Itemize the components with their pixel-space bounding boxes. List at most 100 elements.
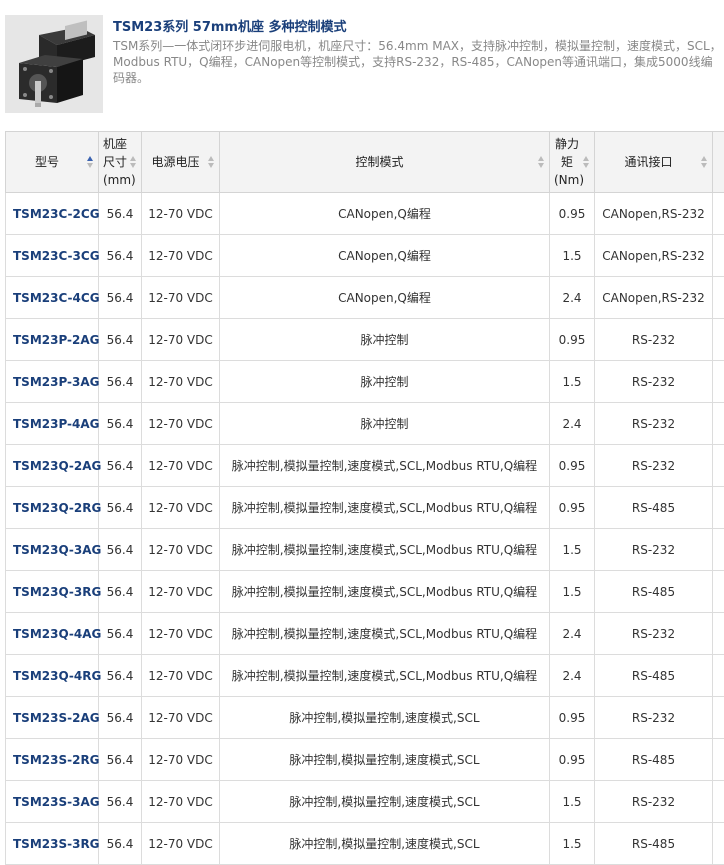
cell-voltage: 12-70 VDC (141, 738, 220, 781)
column-header-label: 型号 (34, 155, 59, 169)
product-description: TSM系列—一体式闭环步进伺服电机，机座尺寸：56.4mm MAX，支持脉冲控制… (113, 39, 722, 85)
sort-icon[interactable] (538, 155, 545, 169)
cell-torque: 0.95 (549, 486, 595, 529)
cell-comm-port: CANopen,RS-232 (594, 234, 713, 277)
cell-torque: 0.95 (549, 318, 595, 361)
column-header-label: 控制模式 (355, 155, 404, 169)
product-header: TSM23系列 57mm机座 多种控制模式 TSM系列—一体式闭环步进伺服电机，… (0, 0, 724, 120)
column-header-frame-size[interactable]: 机座尺寸(mm) (98, 131, 142, 193)
cell-model[interactable]: TSM23S-2AG (5, 696, 100, 739)
column-header-overflow (712, 131, 724, 193)
product-table-container: 型号 机座尺寸(mm) 电源电压 控制模式 静力矩(Nm) 通讯接口 TSM23… (5, 131, 724, 865)
column-header-control-mode[interactable]: 控制模式 (219, 131, 550, 193)
table-row: TSM23C-3CG 56.4 12-70 VDC CANopen,Q编程 1.5 CAN… (5, 234, 724, 277)
cell-comm-port: RS-232 (594, 360, 713, 403)
cell-frame-size: 56.4 (98, 234, 142, 277)
cell-frame-size: 56.4 (98, 276, 142, 319)
cell-overflow (712, 234, 724, 277)
cell-model[interactable]: TSM23C-3CG (5, 234, 100, 277)
cell-model[interactable]: TSM23Q-4RG (5, 654, 101, 697)
cell-torque: 1.5 (549, 528, 595, 571)
table-row: TSM23P-4AG 56.4 12-70 VDC 脉冲控制 2.4 RS-232 (5, 402, 724, 445)
cell-overflow (712, 738, 724, 781)
cell-overflow (712, 276, 724, 319)
sort-icon[interactable] (583, 155, 590, 169)
column-header-comm-port[interactable]: 通讯接口 (594, 131, 713, 193)
cell-model[interactable]: TSM23P-4AG (5, 402, 100, 445)
cell-voltage: 12-70 VDC (141, 360, 220, 403)
cell-voltage: 12-70 VDC (141, 276, 220, 319)
cell-overflow (712, 318, 724, 361)
cell-model[interactable]: TSM23P-2AG (5, 318, 100, 361)
table-row: TSM23S-2RG 56.4 12-70 VDC 脉冲控制,模拟量控制,速度模式,S… (5, 738, 724, 781)
cell-model[interactable]: TSM23C-4CG (5, 276, 100, 319)
cell-model[interactable]: TSM23Q-2AG (5, 444, 101, 487)
cell-frame-size: 56.4 (98, 654, 142, 697)
cell-model[interactable]: TSM23S-3AG (5, 780, 100, 823)
cell-voltage: 12-70 VDC (141, 528, 220, 571)
cell-torque: 2.4 (549, 402, 595, 445)
cell-model[interactable]: TSM23C-2CG (5, 192, 100, 235)
cell-frame-size: 56.4 (98, 570, 142, 613)
sort-icon[interactable] (87, 155, 94, 169)
cell-voltage: 12-70 VDC (141, 234, 220, 277)
column-header-torque[interactable]: 静力矩(Nm) (549, 131, 595, 193)
cell-model[interactable]: TSM23Q-4AG (5, 612, 101, 655)
cell-model[interactable]: TSM23Q-3RG (5, 570, 101, 613)
cell-frame-size: 56.4 (98, 402, 142, 445)
cell-comm-port: CANopen,RS-232 (594, 192, 713, 235)
cell-model[interactable]: TSM23P-3AG (5, 360, 100, 403)
cell-voltage: 12-70 VDC (141, 822, 220, 865)
cell-torque: 0.95 (549, 192, 595, 235)
cell-comm-port: RS-232 (594, 612, 713, 655)
product-spec-table: 型号 机座尺寸(mm) 电源电压 控制模式 静力矩(Nm) 通讯接口 TSM23… (5, 131, 724, 865)
cell-model[interactable]: TSM23S-2RG (5, 738, 100, 781)
cell-model[interactable]: TSM23Q-2RG (5, 486, 101, 529)
cell-overflow (712, 696, 724, 739)
table-row: TSM23Q-3RG 56.4 12-70 VDC 脉冲控制,模拟量控制,速度模式,S… (5, 570, 724, 613)
column-header-voltage[interactable]: 电源电压 (141, 131, 220, 193)
cell-overflow (712, 486, 724, 529)
table-row: TSM23C-4CG 56.4 12-70 VDC CANopen,Q编程 2.4 CAN… (5, 276, 724, 319)
cell-overflow (712, 780, 724, 823)
cell-overflow (712, 528, 724, 571)
product-title[interactable]: TSM23系列 57mm机座 多种控制模式 (113, 16, 347, 35)
cell-control-mode: 脉冲控制 (219, 402, 550, 445)
cell-control-mode: 脉冲控制,模拟量控制,速度模式,SCL,Modbus RTU,Q编程 (219, 654, 550, 697)
table-row: TSM23Q-3AG 56.4 12-70 VDC 脉冲控制,模拟量控制,速度模式,S… (5, 528, 724, 571)
cell-voltage: 12-70 VDC (141, 444, 220, 487)
column-header-model[interactable]: 型号 (5, 131, 99, 193)
cell-voltage: 12-70 VDC (141, 780, 220, 823)
cell-torque: 1.5 (549, 360, 595, 403)
cell-control-mode: 脉冲控制,模拟量控制,速度模式,SCL,Modbus RTU,Q编程 (219, 486, 550, 529)
cell-overflow (712, 402, 724, 445)
cell-comm-port: RS-232 (594, 318, 713, 361)
cell-frame-size: 56.4 (98, 528, 142, 571)
sort-icon[interactable] (208, 155, 215, 169)
cell-comm-port: RS-232 (594, 528, 713, 571)
cell-control-mode: 脉冲控制,模拟量控制,速度模式,SCL,Modbus RTU,Q编程 (219, 528, 550, 571)
cell-frame-size: 56.4 (98, 318, 142, 361)
cell-control-mode: 脉冲控制 (219, 360, 550, 403)
table-row: TSM23S-3RG 56.4 12-70 VDC 脉冲控制,模拟量控制,速度模式,S… (5, 822, 724, 865)
cell-comm-port: RS-232 (594, 402, 713, 445)
cell-model[interactable]: TSM23S-3RG (5, 822, 100, 865)
cell-torque: 2.4 (549, 276, 595, 319)
cell-voltage: 12-70 VDC (141, 486, 220, 529)
cell-torque: 1.5 (549, 570, 595, 613)
cell-overflow (712, 570, 724, 613)
cell-torque: 1.5 (549, 822, 595, 865)
cell-overflow (712, 654, 724, 697)
cell-comm-port: RS-485 (594, 654, 713, 697)
cell-frame-size: 56.4 (98, 738, 142, 781)
motor-image[interactable] (5, 15, 103, 113)
cell-model[interactable]: TSM23Q-3AG (5, 528, 101, 571)
table-row: TSM23P-2AG 56.4 12-70 VDC 脉冲控制 0.95 RS-232 (5, 318, 724, 361)
cell-control-mode: 脉冲控制,模拟量控制,速度模式,SCL (219, 822, 550, 865)
sort-icon[interactable] (130, 155, 137, 169)
cell-control-mode: 脉冲控制,模拟量控制,速度模式,SCL,Modbus RTU,Q编程 (219, 612, 550, 655)
cell-voltage: 12-70 VDC (141, 612, 220, 655)
cell-comm-port: RS-485 (594, 738, 713, 781)
cell-frame-size: 56.4 (98, 360, 142, 403)
sort-icon[interactable] (701, 155, 708, 169)
